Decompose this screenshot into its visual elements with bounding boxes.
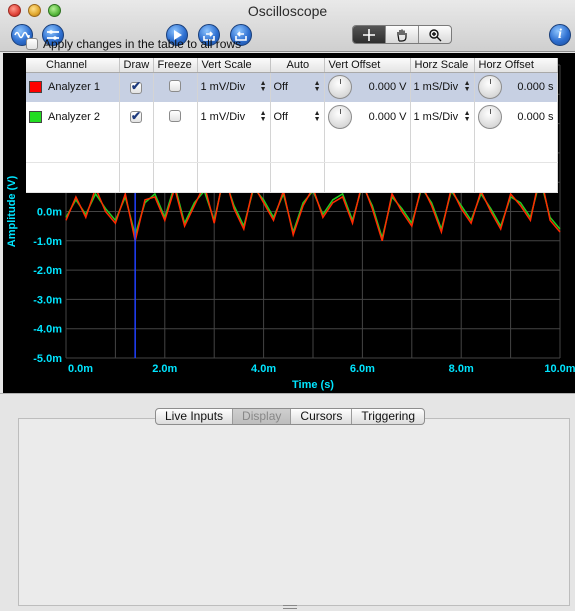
hand-tool-icon[interactable] [386, 26, 419, 43]
channel-name: Analyzer 1 [48, 81, 100, 94]
column-header-channel[interactable]: Channel [26, 58, 120, 73]
x-axis-label: Time (s) [292, 379, 334, 391]
popup-arrows-icon: ▲ ▼ [463, 80, 471, 94]
vert-scale-popup[interactable]: 1 mV/Div ▲ ▼ [200, 80, 267, 94]
popup-arrows-icon: ▲ ▼ [463, 110, 471, 123]
window-title: Oscilloscope [247, 3, 328, 19]
horz-offset-knob[interactable] [477, 75, 502, 100]
y-tick-label: -5.0m [33, 353, 62, 365]
freeze-checkbox[interactable] [169, 109, 181, 122]
vert-scale-value: 1 mV/Div [200, 81, 246, 94]
apply-all-label: Apply changes in the table to all rows [43, 37, 242, 51]
y-tick-label: 0.0m [37, 207, 62, 219]
horz-scale-popup[interactable]: 1 mS/Div ▲ ▼ [413, 110, 471, 123]
vert-scale-popup[interactable]: 1 mV/Div ▲ ▼ [200, 110, 267, 123]
display-settings-panel: Live Inputs Display Cursors Triggering [0, 393, 575, 611]
vert-offset-value[interactable]: 0.000 V [369, 111, 407, 123]
table-header-row: Channel Draw Freeze Vert Scale Auto Vert… [26, 58, 558, 73]
vert-offset-knob[interactable] [327, 75, 352, 100]
x-tick-label: 6.0m [350, 363, 375, 375]
y-axis-label: Amplitude (V) [6, 175, 18, 247]
y-tick-label: -2.0m [33, 265, 62, 277]
vert-scale-value: 1 mV/Div [200, 111, 246, 123]
y-tick-label: -1.0m [33, 236, 62, 248]
horz-scale-value: 1 mS/Div [413, 81, 459, 94]
x-tick-label: 4.0m [251, 363, 276, 375]
apply-all-checkbox[interactable] [26, 38, 38, 50]
horz-offset-knob[interactable] [477, 105, 502, 129]
tab-cursors[interactable]: Cursors [291, 409, 353, 424]
split-resize-handle[interactable] [283, 605, 297, 609]
table-row[interactable]: Analyzer 2 1 mV/Div ▲▼ Off ▲▼ 0.000 V 1 mS… [26, 102, 558, 132]
vert-offset-knob[interactable] [327, 105, 352, 129]
zoom-tool-icon[interactable] [419, 26, 451, 43]
panel-tabs: Live Inputs Display Cursors Triggering [155, 408, 425, 425]
horz-offset-value[interactable]: 0.000 s [517, 111, 553, 123]
x-tick-label: 2.0m [152, 363, 177, 375]
x-tick-label: 0.0m [68, 363, 93, 375]
tab-content-frame [18, 418, 570, 606]
pointer-tool-segmented-control [352, 25, 452, 44]
channel-name: Analyzer 2 [48, 111, 100, 123]
auto-popup[interactable]: Off ▲ ▼ [273, 110, 321, 123]
draw-checkbox[interactable] [130, 111, 142, 124]
x-tick-label: 8.0m [449, 363, 474, 375]
column-header-horz-offset[interactable]: Horz Offset [474, 58, 558, 73]
channel-color-swatch[interactable] [29, 81, 42, 94]
y-tick-label: -3.0m [33, 294, 62, 306]
channel-table: Channel Draw Freeze Vert Scale Auto Vert… [26, 58, 558, 193]
horz-scale-value: 1 mS/Div [413, 111, 459, 123]
y-tick-label: -4.0m [33, 324, 62, 336]
column-header-auto[interactable]: Auto [270, 58, 325, 73]
popup-arrows-icon: ▲ ▼ [259, 110, 267, 123]
popup-arrows-icon: ▲ ▼ [313, 110, 321, 123]
tab-live-inputs[interactable]: Live Inputs [156, 409, 234, 424]
channel-color-swatch[interactable] [29, 111, 42, 123]
horz-offset-value[interactable]: 0.000 s [517, 81, 553, 93]
info-icon[interactable]: i [549, 24, 571, 46]
column-header-vert-scale[interactable]: Vert Scale [197, 58, 271, 73]
table-row-empty [26, 132, 558, 163]
crosshair-tool-icon[interactable] [353, 26, 386, 43]
popup-arrows-icon: ▲ ▼ [313, 80, 321, 94]
tab-triggering[interactable]: Triggering [352, 409, 424, 424]
horz-scale-popup[interactable]: 1 mS/Div ▲ ▼ [413, 80, 471, 94]
x-tick-label: 10.0m [544, 363, 575, 375]
column-header-horz-scale[interactable]: Horz Scale [410, 58, 475, 73]
column-header-vert-offset[interactable]: Vert Offset [324, 58, 411, 73]
auto-value: Off [273, 111, 288, 123]
column-header-draw[interactable]: Draw [119, 58, 154, 73]
draw-checkbox[interactable] [130, 81, 142, 94]
table-row-empty [26, 162, 558, 193]
vert-offset-value[interactable]: 0.000 V [369, 81, 407, 93]
table-row[interactable]: Analyzer 1 1 mV/Div ▲▼ Off ▲▼ 0.000 V 1 mS… [26, 72, 558, 102]
popup-arrows-icon: ▲ ▼ [259, 80, 267, 94]
column-header-freeze[interactable]: Freeze [153, 58, 198, 73]
apply-all-row: Apply changes in the table to all rows [26, 37, 241, 51]
tab-display[interactable]: Display [233, 409, 292, 424]
freeze-checkbox[interactable] [169, 79, 181, 92]
auto-popup[interactable]: Off ▲ ▼ [273, 80, 321, 94]
auto-value: Off [273, 81, 288, 94]
